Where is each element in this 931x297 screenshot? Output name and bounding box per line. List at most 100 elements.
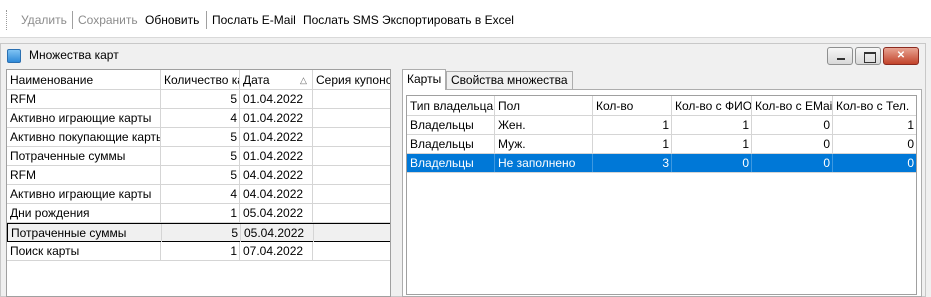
cell-quantity: 1 <box>593 116 672 134</box>
cell-date: 01.04.2022 <box>240 147 313 165</box>
send-email-button[interactable]: Послать E-Mail <box>212 12 296 28</box>
tab-set-properties[interactable]: Свойства множества <box>446 71 573 89</box>
cell-gender: Не заполнено <box>495 154 593 172</box>
cell-with-phone: 1 <box>833 116 916 134</box>
table-row[interactable]: Потраченные суммы 5 01.04.2022 <box>7 147 390 166</box>
column-header-with-fio[interactable]: Кол-во с ФИО <box>672 96 752 116</box>
send-sms-button[interactable]: Послать SMS <box>303 12 379 28</box>
cell-date: 05.04.2022 <box>241 224 314 242</box>
window-title: Множества карт <box>29 48 119 62</box>
delete-button[interactable]: Удалить <box>21 12 67 28</box>
sort-ascending-icon: △ <box>300 75 307 85</box>
cell-count: 4 <box>161 185 240 203</box>
cell-count: 5 <box>162 224 241 242</box>
table-row[interactable]: Активно играющие карты 4 01.04.2022 <box>7 109 390 128</box>
toolbar-separator <box>206 11 207 29</box>
column-header-gender[interactable]: Пол <box>495 96 593 116</box>
cell-with-email: 0 <box>752 135 833 153</box>
cell-name: Поиск карты <box>7 242 161 260</box>
cell-coupon-series <box>313 185 390 203</box>
cell-owner-type: Владельцы <box>407 135 495 153</box>
cell-count: 4 <box>161 109 240 127</box>
cell-count: 5 <box>161 147 240 165</box>
close-button[interactable]: ✕ <box>883 47 919 65</box>
cell-count: 5 <box>161 166 240 184</box>
table-row[interactable]: Поиск карты 1 07.04.2022 <box>7 242 390 261</box>
cell-date: 04.04.2022 <box>240 185 313 203</box>
tab-cards[interactable]: Карты <box>402 69 447 90</box>
cell-coupon-series <box>313 204 390 222</box>
cell-name: Активно играющие карты <box>7 109 161 127</box>
card-set-tabs: Карты Свойства множества Тип владельца П… <box>402 69 922 297</box>
cell-gender: Жен. <box>495 116 593 134</box>
window-titlebar[interactable]: Множества карт ✕ <box>1 44 925 68</box>
cell-date: 01.04.2022 <box>240 90 313 108</box>
cell-coupon-series <box>313 166 390 184</box>
cell-name: Активно покупающие карты <box>7 128 161 146</box>
column-header-count[interactable]: Количество ка <box>161 70 240 90</box>
cell-gender: Муж. <box>495 135 593 153</box>
column-header-coupon-series[interactable]: Серия купоно <box>313 70 390 90</box>
cell-coupon-series <box>313 109 390 127</box>
cell-count: 5 <box>161 90 240 108</box>
column-header-name[interactable]: Наименование <box>7 70 161 90</box>
toolbar-grip[interactable] <box>6 10 8 30</box>
column-header-quantity[interactable]: Кол-во <box>593 96 672 116</box>
minimize-icon <box>828 48 852 64</box>
cell-quantity: 3 <box>593 154 672 172</box>
maximize-icon <box>856 48 880 64</box>
cell-coupon-series <box>313 90 390 108</box>
cell-quantity: 1 <box>593 135 672 153</box>
cell-owner-type: Владельцы <box>407 116 495 134</box>
table-row[interactable]: Дни рождения 1 05.04.2022 <box>7 204 390 223</box>
cell-coupon-series <box>314 224 390 242</box>
cell-name: Дни рождения <box>7 204 161 222</box>
column-header-owner-type[interactable]: Тип владельца <box>407 96 495 116</box>
table-row[interactable]: Активно покупающие карты 5 01.04.2022 <box>7 128 390 147</box>
table-row[interactable]: RFM 5 04.04.2022 <box>7 166 390 185</box>
cell-count: 5 <box>161 128 240 146</box>
cell-name: Потраченные суммы <box>8 224 162 242</box>
save-button[interactable]: Сохранить <box>78 12 138 28</box>
refresh-button[interactable]: Обновить <box>145 12 199 28</box>
cell-date: 01.04.2022 <box>240 109 313 127</box>
cell-date: 05.04.2022 <box>240 204 313 222</box>
cell-name: Активно играющие карты <box>7 185 161 203</box>
cards-summary-table-header: Тип владельца Пол Кол-во Кол-во с ФИО Ко… <box>407 96 916 116</box>
minimize-button[interactable] <box>827 47 853 65</box>
cell-with-phone: 0 <box>833 135 916 153</box>
export-excel-button[interactable]: Экспортировать в Excel <box>382 12 514 28</box>
cell-owner-type: Владельцы <box>407 154 495 172</box>
maximize-button[interactable] <box>855 47 881 65</box>
table-row[interactable]: Активно играющие карты 4 04.04.2022 <box>7 185 390 204</box>
cell-date: 04.04.2022 <box>240 166 313 184</box>
table-row[interactable]: RFM 5 01.04.2022 <box>7 90 390 109</box>
column-header-with-phone[interactable]: Кол-во с Тел. <box>833 96 916 116</box>
cell-coupon-series <box>313 147 390 165</box>
tab-cards-panel: Тип владельца Пол Кол-во Кол-во с ФИО Ко… <box>402 89 922 297</box>
cell-coupon-series <box>313 242 390 260</box>
cell-with-email: 0 <box>752 154 833 172</box>
column-header-with-email[interactable]: Кол-во с EMail <box>752 96 833 116</box>
cell-with-phone: 0 <box>833 154 916 172</box>
cell-count: 1 <box>161 204 240 222</box>
table-row[interactable]: Потраченные суммы 5 05.04.2022 <box>7 223 390 242</box>
cards-summary-table[interactable]: Тип владельца Пол Кол-во Кол-во с ФИО Ко… <box>406 95 917 295</box>
cell-with-fio: 1 <box>672 116 752 134</box>
card-sets-table-header: Наименование Количество ка Дата △ Серия … <box>7 70 390 90</box>
cell-with-fio: 1 <box>672 135 752 153</box>
table-row[interactable]: Владельцы Не заполнено 3 0 0 0 <box>407 154 916 173</box>
cell-date: 01.04.2022 <box>240 128 313 146</box>
cell-name: Потраченные суммы <box>7 147 161 165</box>
cell-with-fio: 0 <box>672 154 752 172</box>
cell-name: RFM <box>7 90 161 108</box>
cell-name: RFM <box>7 166 161 184</box>
cell-count: 1 <box>161 242 240 260</box>
table-row[interactable]: Владельцы Жен. 1 1 0 1 <box>407 116 916 135</box>
toolbar-separator <box>72 11 73 29</box>
card-sets-table[interactable]: Наименование Количество ка Дата △ Серия … <box>6 69 391 297</box>
toolbar: Удалить Сохранить Обновить Послать E-Mai… <box>0 0 931 38</box>
table-row[interactable]: Владельцы Муж. 1 1 0 0 <box>407 135 916 154</box>
cell-date: 07.04.2022 <box>240 242 313 260</box>
cell-with-email: 0 <box>752 116 833 134</box>
